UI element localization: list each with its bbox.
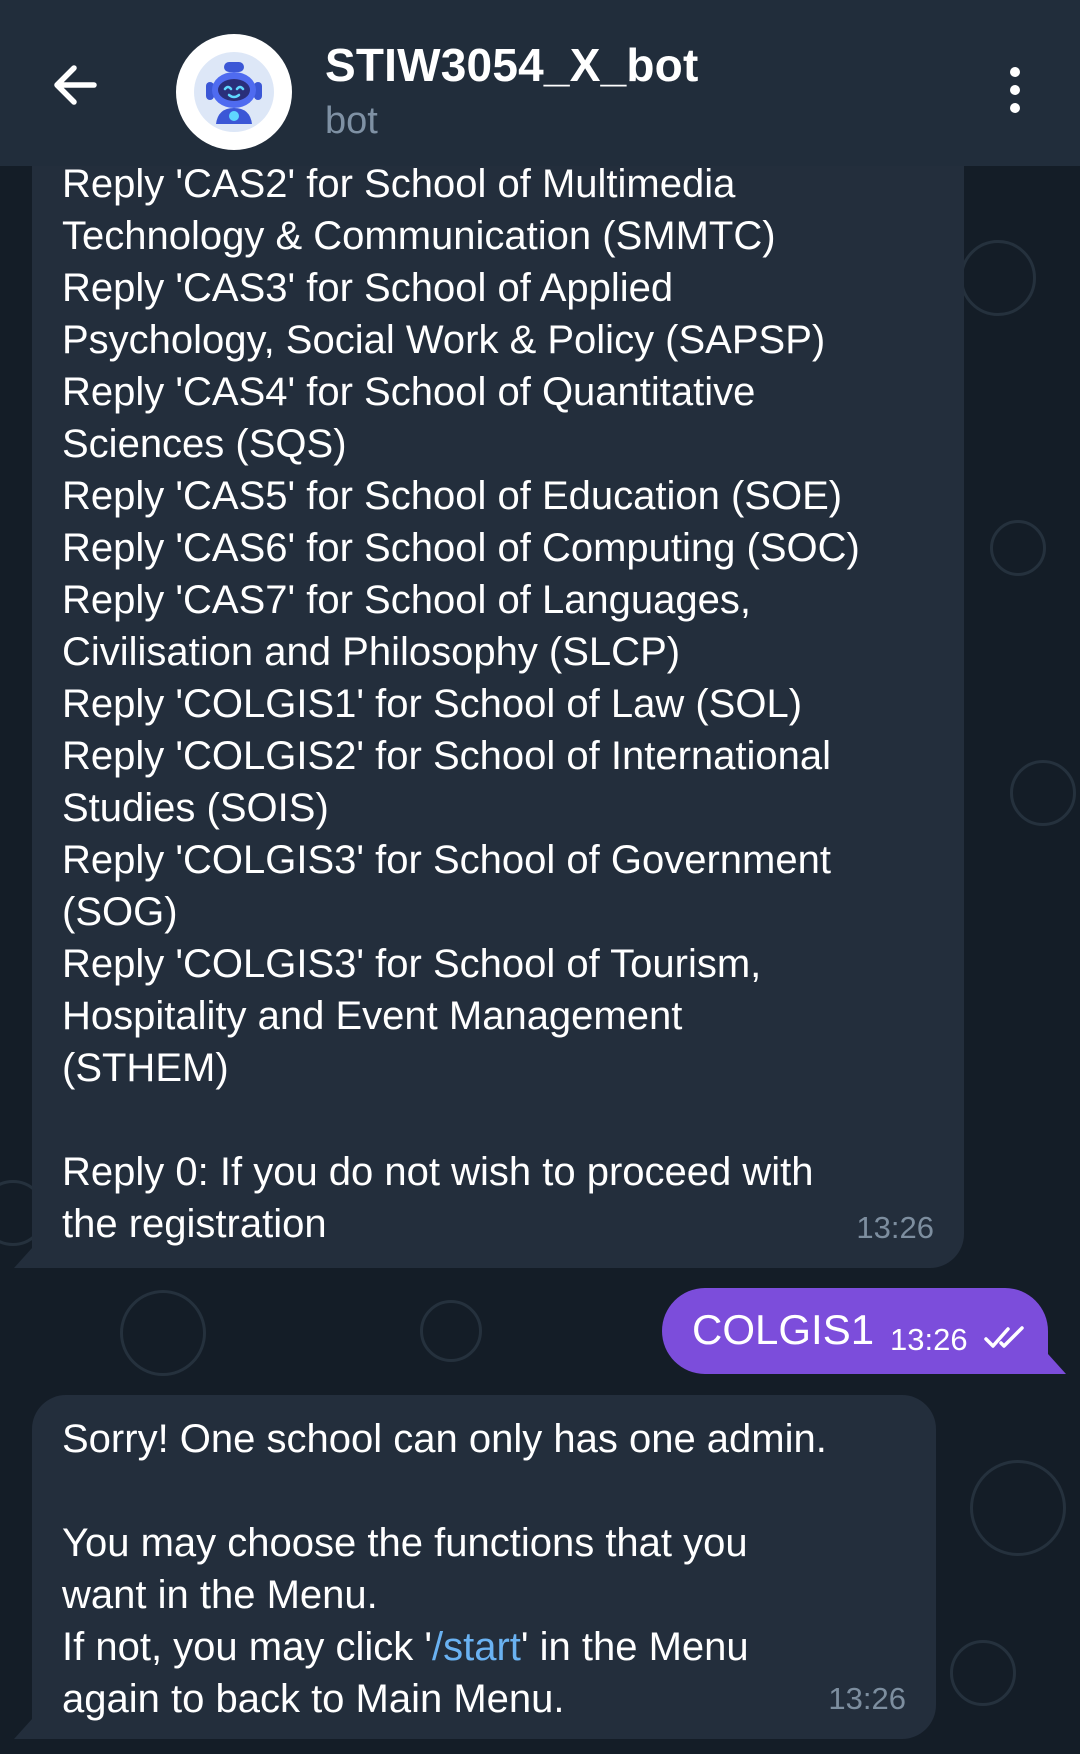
wallpaper-doodle — [1010, 760, 1076, 826]
bubble-tail — [14, 1248, 32, 1268]
more-options-button[interactable] — [990, 60, 1040, 120]
message-line: You may choose the functions that you — [62, 1521, 748, 1565]
incoming-message[interactable]: Sorry! One school can only has one admin… — [14, 1395, 936, 1739]
message-line: Reply 'CAS3' for School of Applied — [62, 266, 674, 310]
message-line: again to back to Main Menu. — [62, 1677, 565, 1721]
message-line: Reply 'COLGIS2' for School of Internatio… — [62, 734, 832, 778]
message-line-blank — [62, 1465, 906, 1517]
message-line: Sorry! One school can only has one admin… — [62, 1417, 827, 1461]
wallpaper-doodle — [990, 520, 1046, 576]
message-line: Psychology, Social Work & Policy (SAPSP) — [62, 318, 826, 362]
wallpaper-doodle — [950, 1640, 1016, 1706]
message-line: (SOG) — [62, 890, 178, 934]
message-line: If not, you may click '/start' in the Me… — [62, 1621, 906, 1673]
message-time: 13:26 — [856, 1210, 934, 1245]
arrow-left-icon — [54, 65, 97, 105]
message-text-fragment: If not, you may click ' — [62, 1625, 432, 1669]
chat-subtitle: bot — [325, 100, 378, 142]
message-line: Reply 'COLGIS3' for School of Government — [62, 838, 831, 882]
message-line: the registration — [62, 1202, 327, 1246]
message-line: Reply 'COLGIS1' for School of Law (SOL) — [62, 682, 803, 726]
message-line: Reply 'CAS5' for School of Education (SO… — [62, 474, 843, 518]
wallpaper-doodle — [120, 1290, 206, 1376]
message-line: Reply 'CAS7' for School of Languages, — [62, 578, 752, 622]
message-line: (STHEM) — [62, 1046, 229, 1090]
message-line: Reply 0: If you do not wish to proceed w… — [62, 1150, 814, 1194]
double-check-icon — [984, 1326, 1024, 1348]
wallpaper-doodle — [970, 1460, 1066, 1556]
wallpaper-doodle — [420, 1300, 482, 1362]
more-vertical-icon-dot — [1010, 85, 1020, 95]
robot-icon — [194, 52, 274, 132]
message-line: Reply 'COLGIS3' for School of Tourism, — [62, 942, 762, 986]
message-line: want in the Menu. — [62, 1573, 378, 1617]
more-vertical-icon-dot — [1010, 103, 1020, 113]
message-line: Technology & Communication (SMMTC) — [62, 214, 776, 258]
message-text: Reply 'CAS2' for School of Multimedia Te… — [62, 158, 934, 1250]
bubble-tail — [14, 1719, 32, 1739]
message-line: Reply 'CAS4' for School of Quantitative — [62, 370, 756, 414]
message-text: COLGIS1 — [692, 1306, 875, 1353]
message-text-fragment: ' in the Menu — [520, 1625, 749, 1669]
message-line: Civilisation and Philosophy (SLCP) — [62, 630, 681, 674]
more-vertical-icon — [1010, 67, 1020, 77]
message-time: 13:26 — [890, 1322, 968, 1357]
message-text: Sorry! One school can only has one admin… — [62, 1413, 906, 1725]
message-line: Reply 'CAS6' for School of Computing (SO… — [62, 526, 860, 570]
chat-title[interactable]: STIW3054_X_bot — [325, 38, 698, 92]
back-button[interactable] — [40, 50, 110, 120]
incoming-message[interactable]: Reply 'CAS2' for School of Multimedia Te… — [14, 120, 964, 1268]
bubble-tail — [1048, 1354, 1066, 1374]
start-command-link[interactable]: /start — [432, 1625, 521, 1669]
message-line-blank — [62, 1094, 934, 1146]
message-line: Hospitality and Event Management — [62, 994, 683, 1038]
bot-avatar[interactable] — [176, 34, 292, 150]
chat-header: STIW3054_X_bot bot — [0, 0, 1080, 166]
message-time: 13:26 — [828, 1681, 906, 1716]
outgoing-message[interactable]: COLGIS1 13:26 — [662, 1288, 1066, 1374]
message-line: Studies (SOIS) — [62, 786, 329, 830]
wallpaper-doodle — [960, 240, 1036, 316]
message-line: Sciences (SQS) — [62, 422, 347, 466]
